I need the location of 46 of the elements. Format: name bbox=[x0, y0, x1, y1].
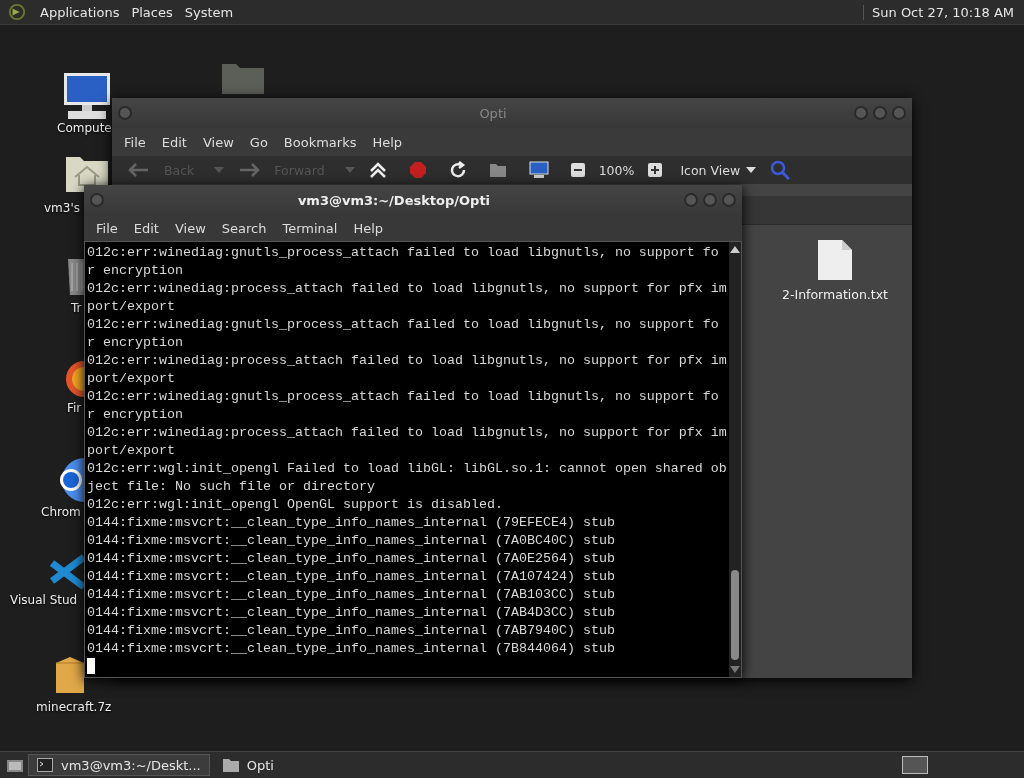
menu-item[interactable]: Terminal bbox=[276, 218, 344, 238]
panel-menu[interactable]: System bbox=[184, 4, 234, 20]
terminal-line: 012c:err:winediag:process_attach failed to load libgnutls, no support for pfx import/export bbox=[87, 424, 727, 460]
panel-menu[interactable]: Places bbox=[131, 4, 173, 20]
taskbar-button[interactable]: Opti bbox=[213, 754, 374, 776]
menu-item[interactable]: Edit bbox=[155, 132, 193, 152]
menu-item[interactable]: View bbox=[168, 218, 212, 238]
clock[interactable]: Sun Oct 27, 10:18 AM bbox=[863, 4, 1014, 20]
menu-item[interactable]: Go bbox=[243, 132, 274, 152]
terminal-line: 0144:fixme:msvcrt:__clean_type_info_names_internal (7B844064) stub bbox=[87, 640, 616, 658]
menu-item[interactable]: Search bbox=[215, 218, 273, 238]
taskbar-button[interactable]: vm3@vm3:~/Deskt... bbox=[28, 754, 210, 776]
menu-item[interactable]: Bookmarks bbox=[277, 132, 363, 152]
desktop-icon-label[interactable]: Tr bbox=[71, 301, 82, 315]
window-title: Opti bbox=[478, 105, 508, 121]
terminal-line: 012c:err:winediag:gnutls_process_attach failed to load libgnutls, no support for encryption bbox=[87, 316, 720, 352]
terminal-line: 012c:err:wgl:init_opengl Failed to load libGL: libGL.so.1: cannot open shared object file: No such file or directory bbox=[87, 460, 727, 496]
desktop-icon-label[interactable]: vm3's bbox=[44, 201, 80, 215]
terminal-line: 012c:err:winediag:process_attach failed to load libgnutls, no support for pfx import/export bbox=[87, 280, 727, 316]
zoom-level: 100% bbox=[598, 162, 635, 178]
terminal-line: 0144:fixme:msvcrt:__clean_type_info_names_internal (7AB4D3CC) stub bbox=[87, 604, 616, 622]
file-name[interactable]: 2-Information.txt bbox=[782, 287, 888, 302]
terminal-line: 0144:fixme:msvcrt:__clean_type_info_names_internal (7AB103CC) stub bbox=[87, 586, 616, 604]
desktop-icon-label[interactable]: Visual Stud bbox=[10, 593, 78, 607]
window-title: vm3@vm3:~/Desktop/Opti bbox=[296, 192, 492, 208]
terminal-line: 0144:fixme:msvcrt:__clean_type_info_names_internal (79EFECE4) stub bbox=[87, 514, 616, 532]
menu-item[interactable]: Help bbox=[366, 132, 409, 152]
terminal-line: 012c:err:winediag:process_attach failed to load libgnutls, no support for pfx import/export bbox=[87, 352, 727, 388]
menu-item[interactable]: Help bbox=[347, 218, 390, 238]
terminal-line: 0144:fixme:msvcrt:__clean_type_info_names_internal (7A0E2564) stub bbox=[87, 550, 616, 568]
desktop-icon-label[interactable]: Fir bbox=[67, 401, 82, 415]
terminal-line: 0144:fixme:msvcrt:__clean_type_info_names_internal (7A107424) stub bbox=[87, 568, 616, 586]
terminal-line: 0144:fixme:msvcrt:__clean_type_info_names_internal (7A0BC40C) stub bbox=[87, 532, 616, 550]
menu-item[interactable]: View bbox=[196, 132, 240, 152]
menu-item[interactable]: File bbox=[90, 218, 124, 238]
terminal-line: 012c:err:winediag:gnutls_process_attach failed to load libgnutls, no support for encryption bbox=[87, 244, 720, 280]
terminal-line: 0144:fixme:msvcrt:__clean_type_info_names_internal (7AB7940C) stub bbox=[87, 622, 616, 640]
menu-item[interactable]: Edit bbox=[127, 218, 165, 238]
desktop-icon-label[interactable]: minecraft.7z bbox=[36, 700, 112, 714]
panel-menu[interactable]: Applications bbox=[40, 4, 120, 20]
desktop-icon-label[interactable]: Compute bbox=[57, 121, 112, 135]
desktop-icon-label[interactable]: Chrom bbox=[41, 505, 81, 519]
terminal-line: 012c:err:winediag:gnutls_process_attach failed to load libgnutls, no support for encryption bbox=[87, 388, 720, 424]
terminal-line: 012c:err:wgl:init_opengl OpenGL support is disabled. bbox=[87, 496, 504, 514]
view-mode-dropdown[interactable]: Icon View bbox=[680, 162, 741, 178]
menu-item[interactable]: File bbox=[118, 132, 152, 152]
